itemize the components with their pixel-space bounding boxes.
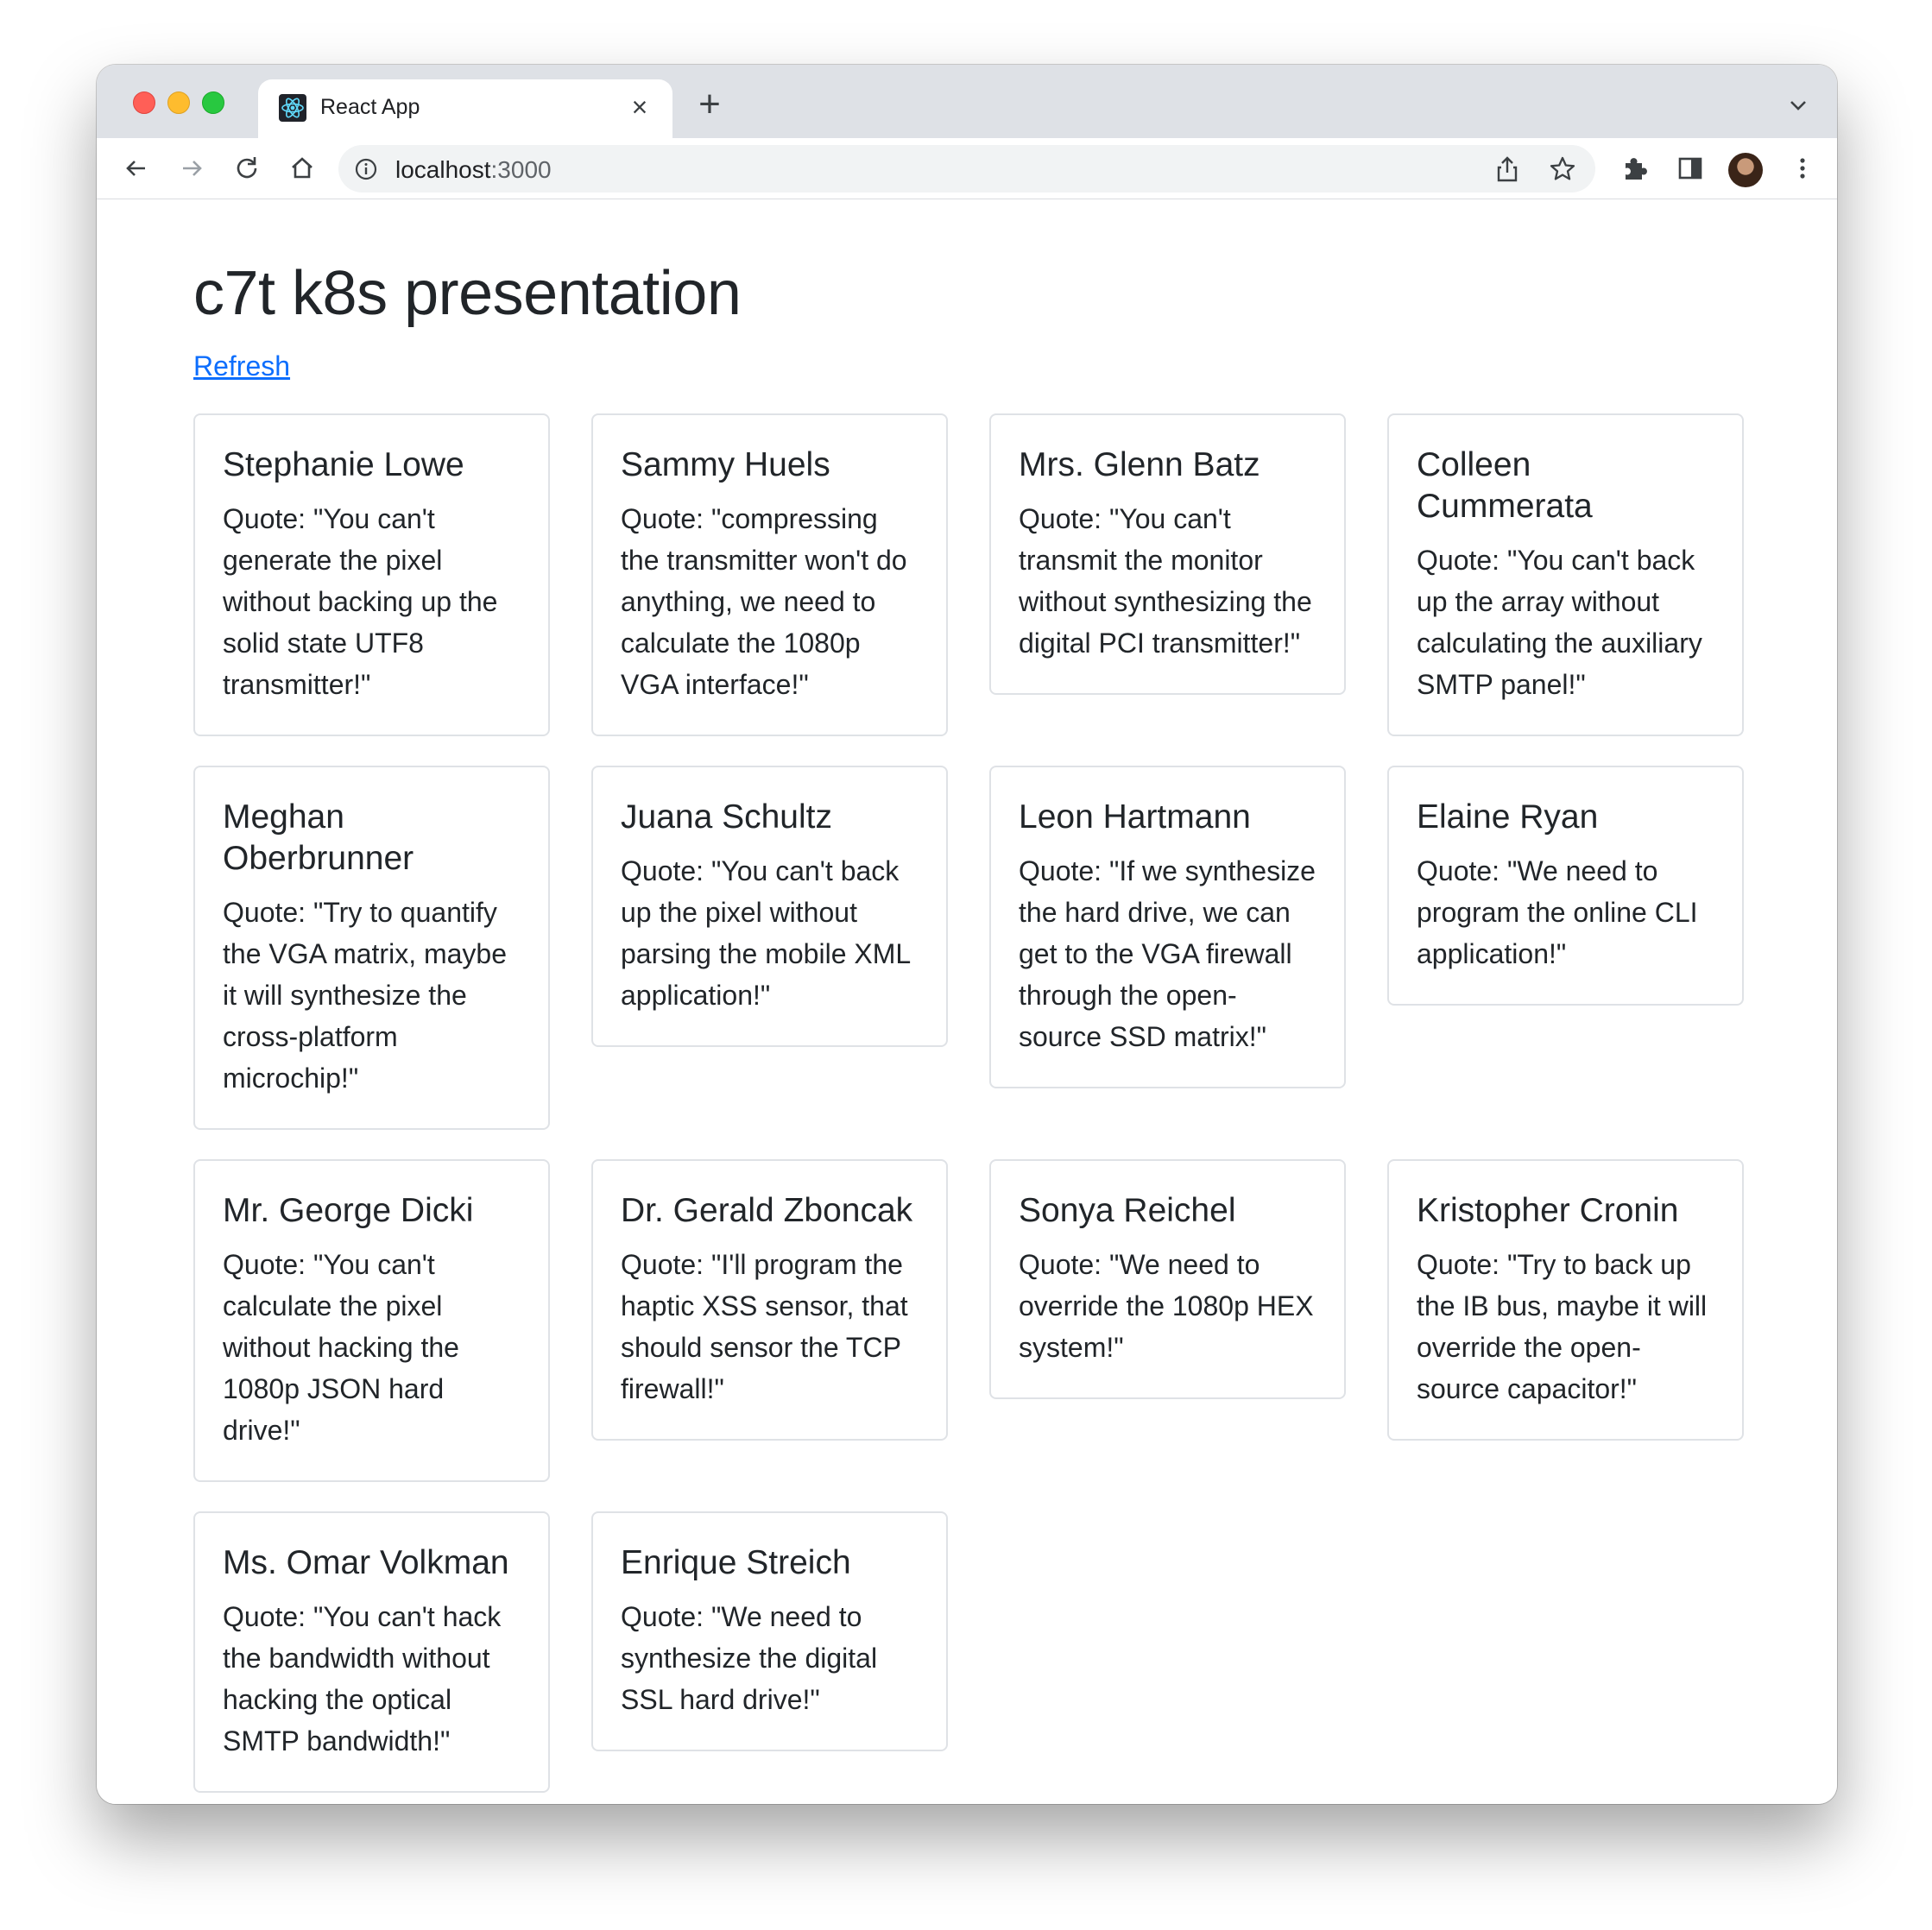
close-tab-icon[interactable]: × [624, 91, 655, 123]
browser-tab[interactable]: React App × [258, 79, 672, 138]
card-name: Meghan Oberbrunner [223, 798, 414, 877]
address-bar[interactable]: localhost:3000 [338, 145, 1595, 192]
card-quote: Quote: "You can't back up the pixel with… [621, 855, 910, 1011]
card-name: Elaine Ryan [1417, 798, 1599, 836]
card-name: Mr. George Dicki [223, 1192, 474, 1229]
url-port: :3000 [490, 156, 552, 183]
maximize-window-button[interactable] [202, 91, 224, 114]
card-quote: Quote: "If we synthesize the hard drive,… [1019, 855, 1316, 1052]
quote-card: Mr. George Dicki Quote: "You can't calcu… [193, 1159, 550, 1482]
card-name: Sammy Huels [621, 446, 830, 483]
card-quote: Quote: "Try to back up the IB bus, maybe… [1417, 1249, 1708, 1404]
card-name: Leon Hartmann [1019, 798, 1251, 836]
quote-card: Sammy Huels Quote: "compressing the tran… [591, 413, 948, 736]
quote-card: Ms. Omar Volkman Quote: "You can't hack … [193, 1511, 550, 1793]
quote-card: Enrique Streich Quote: "We need to synth… [591, 1511, 948, 1751]
card-name: Kristopher Cronin [1417, 1192, 1679, 1229]
browser-toolbar: localhost:3000 [97, 138, 1837, 199]
quote-card: Elaine Ryan Quote: "We need to program t… [1387, 766, 1744, 1006]
card-name: Dr. Gerald Zboncak [621, 1192, 913, 1229]
quote-card: Kristopher Cronin Quote: "Try to back up… [1387, 1159, 1744, 1441]
quote-card: Colleen Cummerata Quote: "You can't back… [1387, 413, 1744, 736]
reload-icon[interactable] [231, 153, 262, 184]
url-text[interactable]: localhost:3000 [395, 156, 552, 184]
site-info-icon[interactable] [354, 157, 378, 181]
browser-window: React App × + localhost:3000 c7t k8s pre… [97, 65, 1837, 1804]
card-name: Sonya Reichel [1019, 1192, 1236, 1229]
quote-card-grid: Stephanie Lowe Quote: "You can't generat… [193, 413, 1744, 1793]
card-quote: Quote: "You can't calculate the pixel wi… [223, 1249, 459, 1446]
page-title: c7t k8s presentation [193, 259, 742, 328]
quote-card: Dr. Gerald Zboncak Quote: "I'll program … [591, 1159, 948, 1441]
card-name: Colleen Cummerata [1417, 446, 1593, 525]
side-panel-icon[interactable] [1675, 153, 1706, 184]
card-quote: Quote: "You can't hack the bandwidth wit… [223, 1601, 502, 1757]
card-name: Mrs. Glenn Batz [1019, 446, 1260, 483]
share-icon[interactable] [1492, 154, 1523, 185]
minimize-window-button[interactable] [167, 91, 190, 114]
card-name: Juana Schultz [621, 798, 832, 836]
card-quote: Quote: "We need to synthesize the digita… [621, 1601, 878, 1715]
card-quote: Quote: "You can't generate the pixel wit… [223, 503, 498, 700]
refresh-link[interactable]: Refresh [193, 350, 290, 382]
card-quote: Quote: "compressing the transmitter won'… [621, 503, 907, 700]
profile-avatar[interactable] [1728, 153, 1763, 187]
card-name: Stephanie Lowe [223, 446, 464, 483]
tab-title: React App [320, 95, 420, 119]
back-arrow-icon[interactable] [121, 153, 152, 184]
quote-card: Leon Hartmann Quote: "If we synthesize t… [989, 766, 1346, 1088]
card-quote: Quote: "We need to override the 1080p HE… [1019, 1249, 1314, 1363]
home-icon[interactable] [287, 153, 318, 184]
bookmark-star-icon[interactable] [1547, 154, 1578, 185]
card-quote: Quote: "You can't back up the array with… [1417, 545, 1702, 700]
quote-card: Juana Schultz Quote: "You can't back up … [591, 766, 948, 1047]
card-quote: Quote: "You can't transmit the monitor w… [1019, 503, 1312, 659]
quote-card: Mrs. Glenn Batz Quote: "You can't transm… [989, 413, 1346, 695]
react-logo-icon [279, 94, 306, 122]
new-tab-icon[interactable]: + [692, 85, 727, 123]
quote-card: Meghan Oberbrunner Quote: "Try to quanti… [193, 766, 550, 1130]
card-quote: Quote: "We need to program the online CL… [1417, 855, 1698, 969]
tab-bar: React App × + [97, 65, 1837, 138]
quote-card: Sonya Reichel Quote: "We need to overrid… [989, 1159, 1346, 1399]
close-window-button[interactable] [133, 91, 155, 114]
card-quote: Quote: "Try to quantify the VGA matrix, … [223, 897, 508, 1094]
quote-card: Stephanie Lowe Quote: "You can't generat… [193, 413, 550, 736]
extensions-puzzle-icon[interactable] [1619, 153, 1651, 184]
tab-search-chevron-icon[interactable] [1785, 92, 1811, 118]
forward-arrow-icon[interactable] [176, 153, 207, 184]
card-name: Enrique Streich [621, 1544, 851, 1581]
page-content: c7t k8s presentation Refresh Stephanie L… [97, 199, 1837, 1804]
card-quote: Quote: "I'll program the haptic XSS sens… [621, 1249, 908, 1404]
card-name: Ms. Omar Volkman [223, 1544, 509, 1581]
more-menu-icon[interactable] [1787, 153, 1818, 184]
url-host: localhost [395, 156, 491, 183]
